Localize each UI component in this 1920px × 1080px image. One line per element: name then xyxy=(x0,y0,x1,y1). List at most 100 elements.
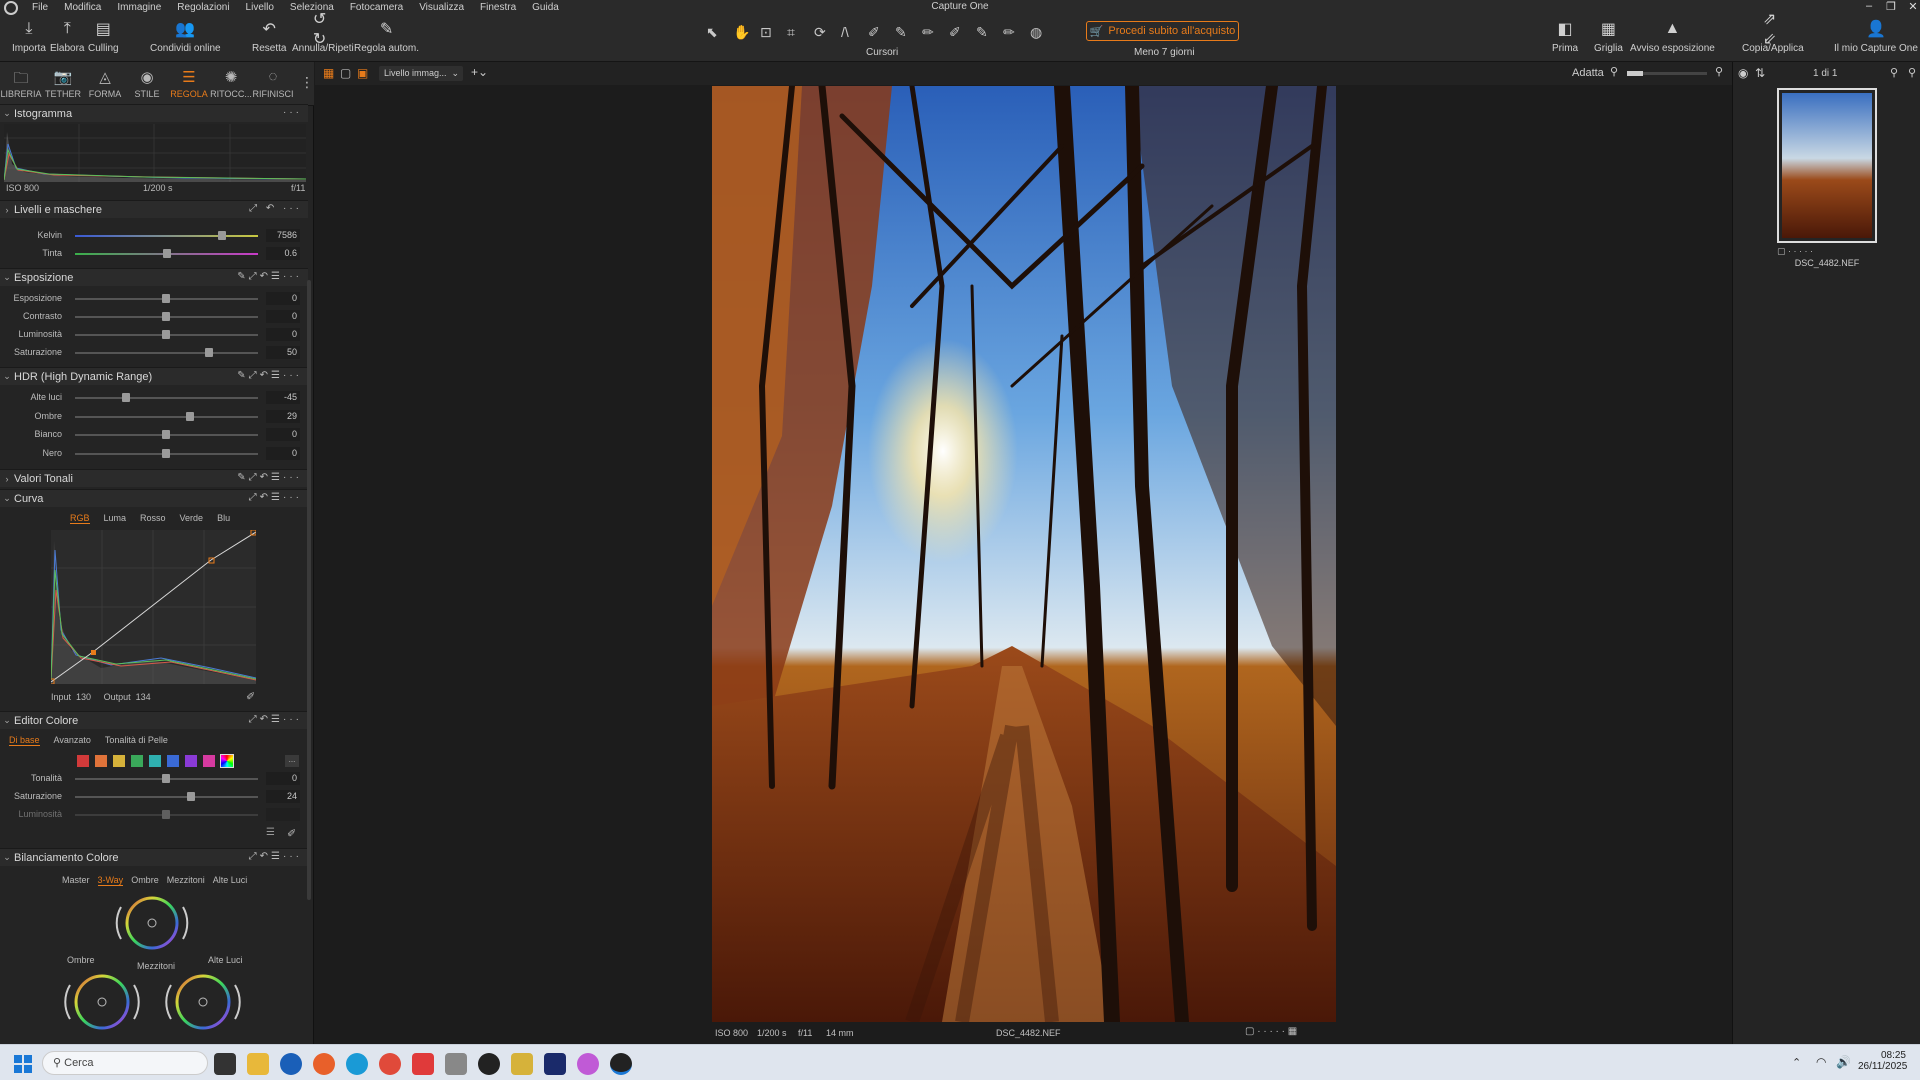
tab-di-base[interactable]: Di base xyxy=(9,735,40,746)
menu-guida[interactable]: Guida xyxy=(524,2,567,13)
search-icon[interactable]: ⚲ xyxy=(1908,66,1916,79)
menu-modifica[interactable]: Modifica xyxy=(56,2,109,13)
culling-button[interactable]: ▤ Culling xyxy=(88,19,119,54)
multi-view-icon[interactable]: ▣ xyxy=(357,66,368,80)
color-swatch-7[interactable] xyxy=(203,755,215,767)
exposure-header[interactable]: ⌄ Esposizione ✎⤢↶☰··· xyxy=(0,268,308,286)
select-cursor-icon[interactable]: ⬉ xyxy=(706,24,718,41)
tint-slider[interactable]: Tinta 0.6 xyxy=(0,246,308,262)
capture-one-taskbar-icon[interactable] xyxy=(610,1053,632,1075)
app-icon-yellow[interactable] xyxy=(511,1053,533,1075)
color-swatch-all[interactable] xyxy=(220,754,234,768)
list-icon[interactable]: ☰ xyxy=(266,827,275,838)
menu-fotocamera[interactable]: Fotocamera xyxy=(342,2,411,13)
shadows-wheel[interactable] xyxy=(60,968,150,1032)
task-view-icon[interactable] xyxy=(214,1053,236,1075)
esposizione-slider[interactable]: Esposizione 0 xyxy=(0,291,308,307)
main-photo[interactable] xyxy=(712,86,1336,1022)
color-editor-header[interactable]: ⌄ Editor Colore ⤢↶☰··· xyxy=(0,711,308,729)
contrasto-slider[interactable]: Contrasto 0 xyxy=(0,309,308,325)
exposure-warning-button[interactable]: ▲ Avviso esposizione xyxy=(1630,19,1715,54)
zoom-slider-knob[interactable] xyxy=(1627,71,1643,76)
sort-icon[interactable]: ⇅ xyxy=(1755,66,1765,80)
tab-rifinisci[interactable]: ◌ RIFINISCI xyxy=(252,68,294,99)
picker-cursor-icon[interactable]: ✐ xyxy=(868,24,880,41)
tint-value[interactable]: 0.6 xyxy=(266,247,300,260)
edge-icon[interactable] xyxy=(346,1053,368,1075)
export-button[interactable]: ⤒ Elabora xyxy=(50,19,84,54)
esposizione-knob[interactable] xyxy=(162,294,170,303)
saturazione-value[interactable]: 50 xyxy=(266,346,300,359)
more-icon[interactable]: ··· xyxy=(283,107,302,118)
contrasto-knob[interactable] xyxy=(162,312,170,321)
saturazione-knob[interactable] xyxy=(205,348,213,357)
nero-knob[interactable] xyxy=(162,449,170,458)
tab-ombre[interactable]: Ombre xyxy=(131,875,159,886)
esposizione-value[interactable]: 0 xyxy=(266,292,300,305)
alte-luci-value[interactable]: -45 xyxy=(266,391,300,404)
color-swatch-4[interactable] xyxy=(149,755,161,767)
layer-select[interactable]: Livello immag... ⌄ xyxy=(379,66,463,81)
tab-avanzato[interactable]: Avanzato xyxy=(54,735,91,745)
hdr-actions-icon[interactable]: ✎⤢↶☰··· xyxy=(237,370,302,381)
tab-3-way[interactable]: 3-Way xyxy=(97,875,124,886)
clone-cursor-icon[interactable]: ✎ xyxy=(976,24,988,41)
luminosita-knob[interactable] xyxy=(162,330,170,339)
tab-ritocco[interactable]: ✺ RITOCC... xyxy=(210,68,252,99)
keystone-cursor-icon[interactable]: /\ xyxy=(841,24,849,40)
more-colors-button[interactable]: ... xyxy=(285,755,299,767)
nero-slider[interactable]: Nero 0 xyxy=(0,446,308,462)
chevron-up-icon[interactable]: ⌃ xyxy=(1792,1056,1801,1069)
bianco-value[interactable]: 0 xyxy=(266,428,300,441)
tab-tonalita-pelle[interactable]: Tonalità di Pelle xyxy=(105,735,168,745)
volume-icon[interactable]: 🔊 xyxy=(1836,1055,1851,1069)
single-view-icon[interactable]: ▢ xyxy=(340,66,351,80)
kelvin-value[interactable]: 7586 xyxy=(266,229,300,242)
crop-cursor-icon[interactable]: ⌗ xyxy=(787,24,795,41)
color-saturazione-track[interactable] xyxy=(75,796,258,798)
color-editor-actions-icon[interactable]: ⤢↶☰··· xyxy=(249,714,302,725)
color-luminosita-slider[interactable]: Luminosità xyxy=(0,807,308,823)
wifi-icon[interactable]: ◠ xyxy=(1816,1055,1826,1069)
color-saturazione-slider[interactable]: Saturazione 24 xyxy=(0,789,308,805)
fit-label[interactable]: Adatta xyxy=(1572,67,1604,79)
tab-mezzitoni[interactable]: Mezzitoni xyxy=(167,875,205,886)
tab-regola[interactable]: ☰ REGOLA xyxy=(168,68,210,99)
app-icon-black[interactable] xyxy=(478,1053,500,1075)
menu-livello[interactable]: Livello xyxy=(238,2,282,13)
color-balance-header[interactable]: ⌄ Bilanciamento Colore ⤢↶☰··· xyxy=(0,848,308,866)
app-icon-ps[interactable] xyxy=(544,1053,566,1075)
brush-cursor-icon[interactable]: ✏ xyxy=(922,24,934,41)
rating-stars[interactable]: ▢ · · · · · ▦ xyxy=(1245,1026,1297,1037)
color-tonalita-value[interactable]: 0 xyxy=(266,772,300,785)
eye-icon[interactable]: ◉ xyxy=(1738,66,1748,80)
tab-stile[interactable]: ◉ STILE xyxy=(126,68,168,99)
before-button[interactable]: ◧ Prima xyxy=(1552,19,1578,54)
kelvin-slider[interactable]: Kelvin 7586 xyxy=(0,228,308,244)
ombre-track[interactable] xyxy=(75,416,258,418)
color-picker-icon[interactable]: ✐ xyxy=(287,827,296,840)
more-tabs-icon[interactable]: ⋮ xyxy=(300,74,314,91)
tint-knob[interactable] xyxy=(163,249,171,258)
chrome-icon[interactable] xyxy=(379,1053,401,1075)
tab-luma[interactable]: Luma xyxy=(104,513,127,523)
nero-value[interactable]: 0 xyxy=(266,447,300,460)
highlights-wheel[interactable] xyxy=(161,968,251,1032)
saturazione-track[interactable] xyxy=(75,352,258,354)
thumbnail[interactable] xyxy=(1777,88,1877,243)
share-button[interactable]: 👥 Condividi online xyxy=(150,19,221,54)
color-swatch-6[interactable] xyxy=(185,755,197,767)
reset-button[interactable]: ↶ Resetta xyxy=(252,19,286,54)
undo-redo-button[interactable]: ↺ ↻ Annulla/Ripeti xyxy=(292,11,354,54)
exposure-actions-icon[interactable]: ✎⤢↶☰··· xyxy=(237,271,302,282)
tonal-header[interactable]: › Valori Tonali ✎⤢↶☰··· xyxy=(0,469,308,487)
firefox-icon[interactable] xyxy=(313,1053,335,1075)
mask-cursor-icon[interactable]: ✎ xyxy=(895,24,907,41)
alte-luci-knob[interactable] xyxy=(122,393,130,402)
menu-immagine[interactable]: Immagine xyxy=(109,2,169,13)
hdr-header[interactable]: ⌄ HDR (High Dynamic Range) ✎⤢↶☰··· xyxy=(0,367,308,385)
taskbar-search[interactable]: ⚲ Cerca xyxy=(42,1051,208,1075)
saturazione-slider[interactable]: Saturazione 50 xyxy=(0,345,308,361)
curve-actions-icon[interactable]: ⤢↶☰··· xyxy=(249,492,302,503)
loupe-cursor-icon[interactable]: ⊡ xyxy=(760,24,772,41)
